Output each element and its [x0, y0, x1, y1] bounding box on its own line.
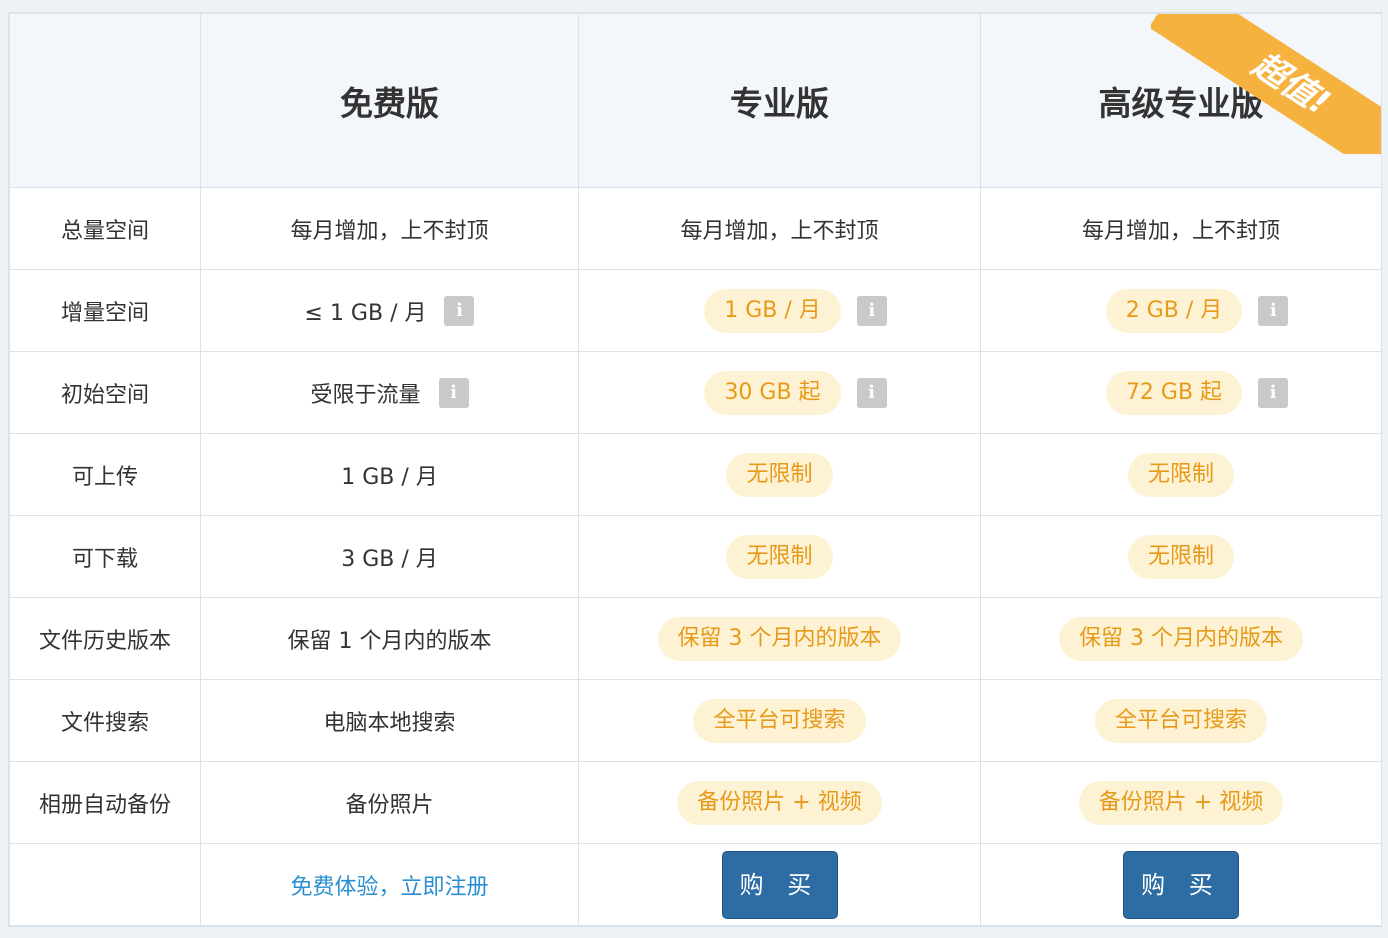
premium-value-badge: 备份照片 + 视频 — [1078, 780, 1284, 825]
info-icon[interactable]: i — [438, 377, 469, 408]
pro-cell: 无限制 — [578, 433, 981, 516]
free-signup-link[interactable]: 免费体验，立即注册 — [290, 875, 488, 900]
free-value: 备份照片 — [200, 761, 579, 844]
pro-cell: 保留 3 个月内的版本 — [578, 597, 981, 680]
info-icon[interactable]: i — [444, 295, 475, 326]
premium-cell: 备份照片 + 视频 — [980, 761, 1381, 844]
free-value: ≤ 1 GB / 月 — [304, 300, 427, 326]
pricing-table-container: 免费版 专业版 高级专业版 超值! 总量空间 每月增加，上不封顶 每月增加，上不… — [8, 12, 1382, 927]
feature-label: 文件历史版本 — [9, 597, 201, 680]
info-icon[interactable]: i — [856, 295, 887, 326]
free-value: 保留 1 个月内的版本 — [200, 597, 579, 680]
plan-header-row: 免费版 专业版 高级专业版 超值! — [9, 13, 1381, 188]
premium-value-badge: 无限制 — [1127, 452, 1234, 497]
feature-label: 相册自动备份 — [9, 761, 201, 844]
pro-value-badge: 1 GB / 月 — [704, 288, 841, 333]
premium-cell: 2 GB / 月 i — [980, 269, 1381, 352]
table-row: 可上传 1 GB / 月 无限制 无限制 — [9, 433, 1381, 516]
free-action-cell: 免费体验，立即注册 — [200, 843, 579, 926]
footer-empty-cell — [9, 843, 201, 926]
pro-value-badge: 无限制 — [726, 534, 833, 579]
free-value: 每月增加，上不封顶 — [200, 187, 579, 270]
premium-value: 每月增加，上不封顶 — [980, 187, 1381, 270]
table-row: 文件搜索 电脑本地搜索 全平台可搜索 全平台可搜索 — [9, 679, 1381, 762]
premium-action-cell: 购 买 — [980, 843, 1381, 926]
pro-cell: 30 GB 起 i — [578, 351, 981, 434]
pricing-comparison-table: 免费版 专业版 高级专业版 超值! 总量空间 每月增加，上不封顶 每月增加，上不… — [9, 13, 1381, 926]
info-icon[interactable]: i — [1258, 377, 1289, 408]
free-cell: ≤ 1 GB / 月 i — [200, 269, 579, 352]
feature-label: 可上传 — [9, 433, 201, 516]
info-icon[interactable]: i — [1258, 295, 1289, 326]
feature-label: 总量空间 — [9, 187, 201, 270]
free-value: 受限于流量 — [310, 382, 421, 408]
plan-title-free: 免费版 — [200, 13, 579, 188]
feature-label: 文件搜索 — [9, 679, 201, 762]
plan-title-pro: 专业版 — [578, 13, 981, 188]
premium-cell: 无限制 — [980, 433, 1381, 516]
header-empty-cell — [9, 13, 201, 188]
pro-cell: 1 GB / 月 i — [578, 269, 981, 352]
table-row: 初始空间 受限于流量 i 30 GB 起 i 72 GB 起 i — [9, 351, 1381, 434]
premium-value-badge: 保留 3 个月内的版本 — [1059, 616, 1303, 661]
table-row: 可下载 3 GB / 月 无限制 无限制 — [9, 515, 1381, 598]
action-row: 免费体验，立即注册 购 买 购 买 — [9, 843, 1381, 926]
premium-cell: 保留 3 个月内的版本 — [980, 597, 1381, 680]
feature-label: 可下载 — [9, 515, 201, 598]
plan-title-premium: 高级专业版 超值! — [980, 13, 1381, 188]
premium-value-badge: 无限制 — [1127, 534, 1234, 579]
free-value: 电脑本地搜索 — [200, 679, 579, 762]
premium-value-badge: 2 GB / 月 — [1105, 288, 1243, 333]
pro-value-badge: 备份照片 + 视频 — [677, 780, 882, 825]
pro-value: 每月增加，上不封顶 — [578, 187, 981, 270]
table-row: 相册自动备份 备份照片 备份照片 + 视频 备份照片 + 视频 — [9, 761, 1381, 844]
premium-cell: 无限制 — [980, 515, 1381, 598]
table-row: 文件历史版本 保留 1 个月内的版本 保留 3 个月内的版本 保留 3 个月内的… — [9, 597, 1381, 680]
free-value: 1 GB / 月 — [200, 433, 579, 516]
free-cell: 受限于流量 i — [200, 351, 579, 434]
pro-cell: 备份照片 + 视频 — [578, 761, 981, 844]
plan-title-premium-label: 高级专业版 — [1098, 83, 1264, 123]
table-row: 总量空间 每月增加，上不封顶 每月增加，上不封顶 每月增加，上不封顶 — [9, 187, 1381, 270]
pro-cell: 无限制 — [578, 515, 981, 598]
info-icon[interactable]: i — [856, 377, 887, 408]
premium-value-badge: 全平台可搜索 — [1094, 698, 1267, 743]
buy-pro-button[interactable]: 购 买 — [721, 850, 838, 919]
pro-value-badge: 全平台可搜索 — [693, 698, 866, 743]
pro-value-badge: 30 GB 起 — [704, 370, 841, 415]
pro-value-badge: 保留 3 个月内的版本 — [657, 616, 902, 661]
premium-cell: 72 GB 起 i — [980, 351, 1381, 434]
buy-premium-button[interactable]: 购 买 — [1123, 850, 1239, 919]
pro-cell: 全平台可搜索 — [578, 679, 981, 762]
premium-cell: 全平台可搜索 — [980, 679, 1381, 762]
pro-value-badge: 无限制 — [726, 452, 833, 497]
free-value: 3 GB / 月 — [200, 515, 579, 598]
premium-value-badge: 72 GB 起 — [1105, 370, 1243, 415]
feature-label: 增量空间 — [9, 269, 201, 352]
feature-label: 初始空间 — [9, 351, 201, 434]
pro-action-cell: 购 买 — [578, 843, 981, 926]
table-row: 增量空间 ≤ 1 GB / 月 i 1 GB / 月 i 2 GB / 月 i — [9, 269, 1381, 352]
